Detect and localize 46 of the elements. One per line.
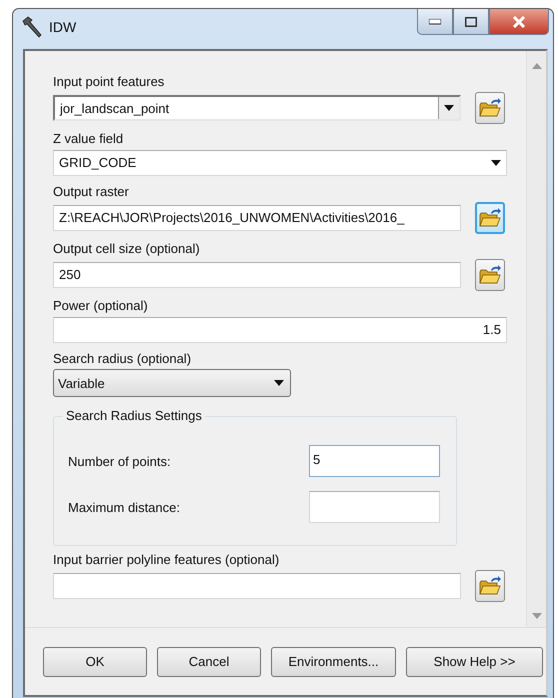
dialog-button[interactable]: Cancel: [157, 646, 261, 676]
minimize-icon: [429, 18, 441, 24]
field-label: Z value field: [53, 131, 124, 147]
open-folder-icon: [479, 208, 501, 228]
input-field[interactable]: 250: [53, 262, 461, 288]
maximize-button[interactable]: [453, 9, 489, 35]
close-button[interactable]: [489, 9, 549, 35]
open-folder-icon: [479, 98, 501, 118]
field-label: Input barrier polyline features (optional): [53, 552, 280, 568]
field-label: Input point features: [53, 74, 166, 90]
hammer-icon: [21, 16, 43, 38]
field-label: Search radius (optional): [53, 351, 192, 367]
input-field[interactable]: Z:\REACH\JOR\Projects\2016_UNWOMEN\Activities\2016_: [53, 205, 461, 231]
field-label: Maximum distance:: [68, 500, 180, 514]
browse-button[interactable]: [475, 92, 505, 124]
dropdown-field[interactable]: Variable: [53, 369, 291, 397]
close-icon: [512, 16, 526, 28]
maximize-icon: [465, 16, 477, 26]
dropdown-field[interactable]: GRID_CODE: [53, 150, 507, 176]
minimize-button[interactable]: [417, 9, 453, 35]
dialog-button[interactable]: Environments...: [271, 646, 396, 676]
field-label: Output cell size (optional): [53, 241, 201, 257]
open-folder-icon: [479, 265, 501, 285]
browse-button[interactable]: [475, 259, 505, 291]
group-title: Search Radius Settings: [63, 408, 205, 423]
window-title: IDW: [49, 19, 76, 35]
input-field[interactable]: [309, 491, 440, 523]
input-field[interactable]: 1.5: [53, 317, 507, 343]
field-label: Power (optional): [53, 298, 149, 314]
input-field[interactable]: 5: [309, 445, 440, 477]
browse-button[interactable]: [475, 570, 505, 602]
field-label: Output raster: [53, 184, 130, 200]
dropdown-button[interactable]: [438, 97, 459, 119]
dropdown-arrow-icon: [491, 160, 501, 166]
open-folder-icon: [479, 576, 501, 596]
field-label: Number of points:: [68, 454, 171, 468]
dialog-button[interactable]: Show Help >>: [406, 646, 543, 676]
dialog-button[interactable]: OK: [43, 646, 147, 676]
field-value: jor_landscan_point: [60, 100, 170, 118]
field-value: GRID_CODE: [59, 154, 136, 172]
field-value: Variable: [58, 376, 105, 390]
dropdown-arrow-icon: [444, 105, 454, 111]
dropdown-arrow-icon: [274, 380, 284, 386]
input-field[interactable]: [53, 573, 461, 599]
browse-button[interactable]: [475, 202, 505, 234]
combo-box[interactable]: jor_landscan_point: [53, 95, 461, 121]
